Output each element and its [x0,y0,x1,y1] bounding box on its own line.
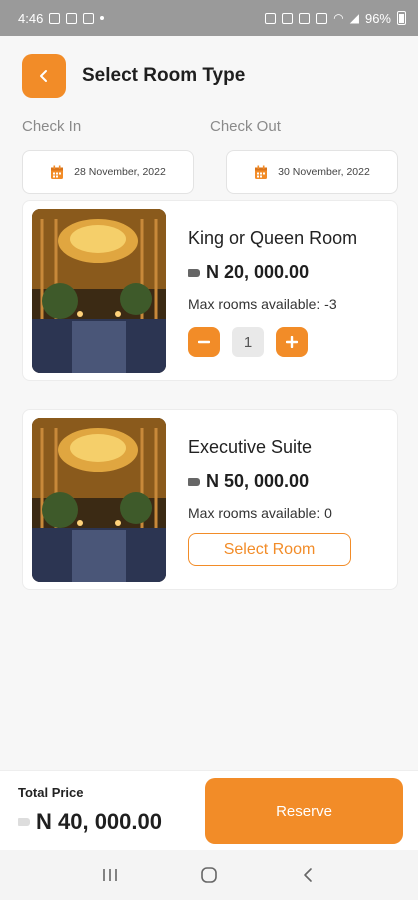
home-button[interactable] [194,860,224,890]
bluetooth-icon [299,12,311,24]
room-photo [32,209,166,373]
total-price: N 40, 000.00 [18,809,162,835]
home-icon [201,867,217,883]
total-price-label: Total Price [18,785,84,800]
header: Select Room Type [0,36,418,116]
status-bar: 4:46 ◠ ◢ 96% [0,0,418,36]
quantity-value: 1 [232,327,264,357]
room-availability: Max rooms available: 0 [188,505,332,521]
battery-icon [397,11,406,25]
mail-icon [83,12,95,24]
system-nav-bar [0,850,418,900]
wifi-icon: ◠ [333,11,344,25]
recents-icon [102,869,117,881]
room-name: Executive Suite [188,437,313,457]
reserve-button[interactable]: Reserve [205,778,403,844]
date-labels: Check In Check Out [22,118,398,135]
mute-icon [316,12,328,24]
room-price: N 20, 000.00 [188,262,309,283]
select-room-button[interactable]: Select Room [188,533,351,566]
status-right: ◠ ◢ 96% [265,11,406,26]
back-nav-button[interactable] [293,860,323,890]
price-tag-icon [188,268,200,277]
room-name: King or Queen Room [188,228,358,248]
room-photo [32,418,166,582]
signal-icon: ◢ [349,11,359,25]
total-price-value: N 40, 000.00 [36,809,162,834]
calendar-icon [51,165,64,179]
back-icon [304,868,313,882]
recents-button[interactable] [95,860,125,890]
check-out-value: 30 November, 2022 [278,166,370,178]
minus-icon [198,340,210,344]
chevron-left-icon [40,70,47,82]
battery-percent: 96% [364,10,391,26]
page-title: Select Room Type [82,65,246,86]
room-price: N 50, 000.00 [188,471,309,492]
price-tag-icon [188,477,200,486]
hotel-lobby-image [32,418,166,582]
decrease-button[interactable] [188,327,220,357]
alarm-icon [265,12,277,24]
room-card-king-queen: King or Queen Room N 20, 000.00 Max room… [22,200,398,381]
status-time: 4:46 [18,10,44,26]
date-row: 28 November, 2022 30 November, 2022 [22,150,398,194]
grid-app-icon [66,12,78,24]
check-in-label: Check In [22,118,82,135]
room-price-value: N 50, 000.00 [206,471,310,491]
check-out-field[interactable]: 30 November, 2022 [226,150,398,194]
check-in-field[interactable]: 28 November, 2022 [22,150,194,194]
increase-button[interactable] [276,327,308,357]
price-tag-icon [18,818,30,826]
hotel-lobby-image [32,209,166,373]
back-button[interactable] [22,54,66,98]
nfc-icon [282,12,294,24]
room-availability: Max rooms available: -3 [188,296,337,312]
calendar-icon [255,165,268,179]
quantity-stepper: 1 [188,327,308,357]
plus-icon [286,336,298,348]
bottom-bar: Total Price N 40, 000.00 Reserve [0,770,418,850]
status-left: 4:46 [18,10,105,26]
gallery-icon [49,12,61,24]
room-card-executive-suite: Executive Suite N 50, 000.00 Max rooms a… [22,409,398,590]
notification-dot-icon [100,16,105,20]
check-out-label: Check Out [210,118,281,135]
check-in-value: 28 November, 2022 [74,166,166,178]
room-price-value: N 20, 000.00 [206,262,310,282]
